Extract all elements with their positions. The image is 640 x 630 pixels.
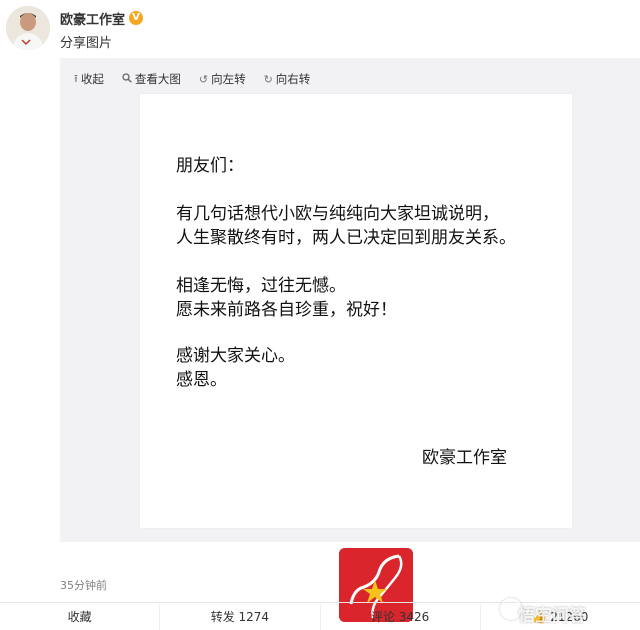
- letter-salutation: 朋友们：: [176, 156, 244, 176]
- letter-line: 相逢无悔，过往无憾。: [176, 276, 346, 296]
- rotate-left-label: 向左转: [211, 72, 246, 86]
- rotate-left-icon: ↺: [198, 72, 209, 86]
- repost-label: 转发 1274: [210, 610, 270, 624]
- rotate-right-button[interactable]: ↻ 向右转: [264, 70, 311, 88]
- author-avatar[interactable]: [6, 6, 50, 50]
- weibo-post: 欧豪工作室 V 分享图片 ⭱ 收起 查看大图 ↺ 向左转 ↻ 向右转 朋友们： …: [0, 0, 640, 630]
- image-toolbar: ⭱ 收起 查看大图 ↺ 向左转 ↻ 向右转: [74, 70, 310, 88]
- statement-image[interactable]: 朋友们： 有几句话想代小欧与纯纯向大家坦诚说明， 人生聚散终有时，两人已决定回到…: [140, 94, 572, 528]
- letter-line: 有几句话想代小欧与纯纯向大家坦诚说明，: [176, 204, 499, 224]
- letter-line: 人生聚散终有时，两人已决定回到朋友关系。: [176, 228, 516, 248]
- letter-paragraph-2: 相逢无悔，过往无憾。 愿未来前路各自珍重，祝好！: [176, 274, 397, 322]
- image-viewer: ⭱ 收起 查看大图 ↺ 向左转 ↻ 向右转 朋友们： 有几句话想代小欧与纯纯向大…: [60, 58, 640, 542]
- post-type-label: 分享图片: [60, 36, 113, 51]
- collapse-arrow-icon: ⭱: [74, 71, 78, 85]
- author-name[interactable]: 欧豪工作室: [60, 9, 125, 28]
- rotate-right-label: 向右转: [275, 72, 311, 86]
- magnifier-icon: [122, 72, 132, 86]
- letter-paragraph-1: 有几句话想代小欧与纯纯向大家坦诚说明， 人生聚散终有时，两人已决定回到朋友关系。: [176, 202, 516, 250]
- rotate-left-button[interactable]: ↺ 向左转: [199, 70, 246, 88]
- collapse-label: 收起: [80, 72, 104, 86]
- view-large-label: 查看大图: [134, 72, 181, 86]
- comment-button[interactable]: 评论 3426: [319, 603, 480, 630]
- favorite-label: 收藏: [67, 610, 92, 624]
- letter-paragraph-3: 感谢大家关心。 感恩。: [176, 344, 295, 392]
- view-large-button[interactable]: 查看大图: [122, 70, 181, 88]
- author-line: 欧豪工作室 V: [60, 8, 144, 28]
- letter-line: 感谢大家关心。: [176, 346, 295, 366]
- watermark-text: 悟空问答: [518, 606, 586, 626]
- post-timestamp[interactable]: 35分钟前: [60, 577, 107, 593]
- letter-signature: 欧豪工作室: [422, 448, 507, 468]
- rotate-right-icon: ↻: [263, 72, 273, 86]
- comment-label: 评论 3426: [370, 610, 430, 624]
- letter-line: 感恩。: [176, 370, 227, 390]
- collapse-button[interactable]: ⭱ 收起: [74, 70, 104, 88]
- repost-button[interactable]: 转发 1274: [159, 603, 319, 630]
- favorite-button[interactable]: 收藏: [0, 603, 159, 630]
- verified-badge-icon: V: [129, 11, 144, 25]
- letter-line: 愿未来前路各自珍重，祝好！: [176, 300, 397, 320]
